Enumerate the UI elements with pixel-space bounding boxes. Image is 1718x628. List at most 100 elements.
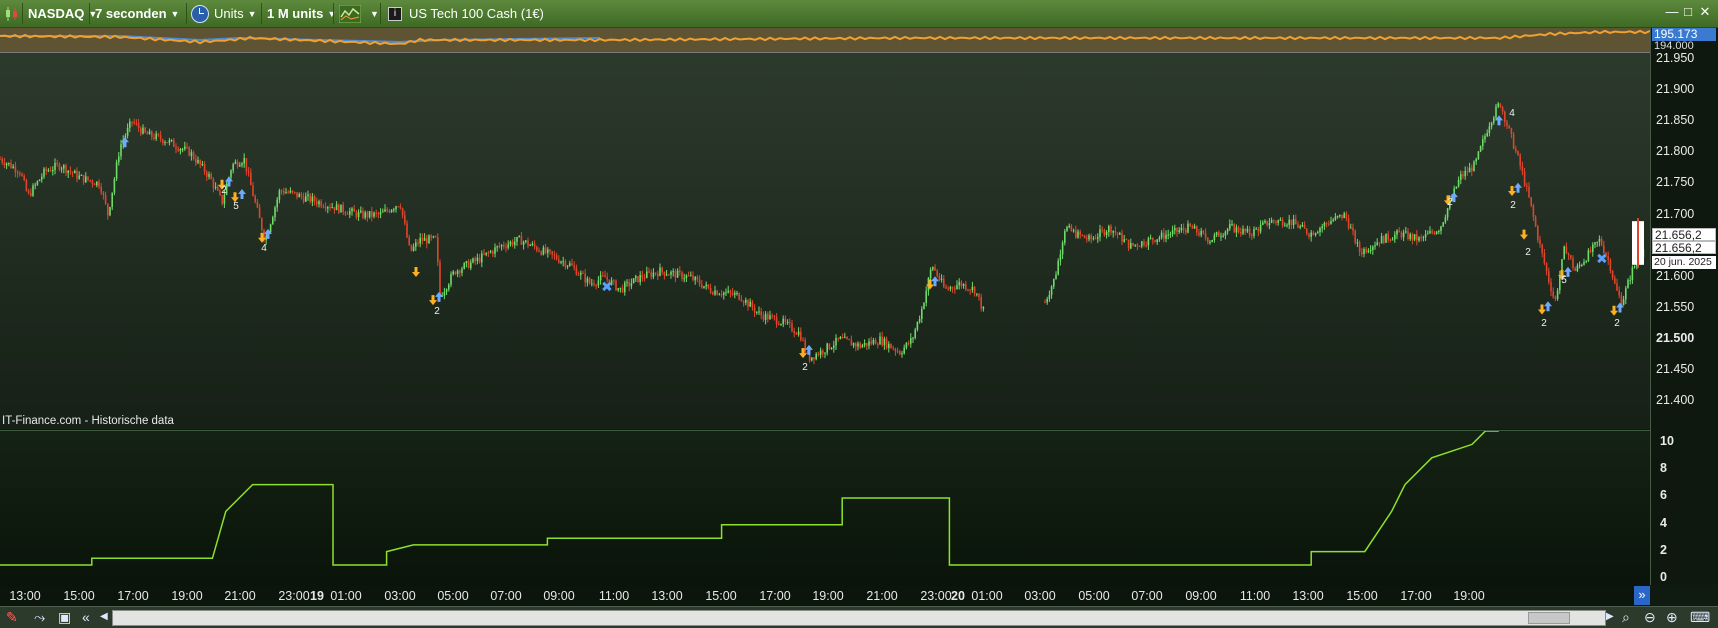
keyboard-icon[interactable]: ⌨ [1690, 609, 1710, 626]
candle-body [443, 291, 446, 296]
candle-body [1596, 241, 1598, 243]
candle-body [349, 211, 351, 215]
candle-body [1521, 165, 1524, 172]
candle-body [241, 163, 243, 166]
size-selector[interactable]: 1 M units ▼ [267, 0, 336, 27]
candle-body [1075, 230, 1077, 238]
scroll-left-arrow-icon[interactable]: ◀ [100, 611, 108, 622]
chart-scrollbar[interactable] [112, 610, 1606, 626]
candle-body [289, 190, 292, 193]
zoom-fit-icon[interactable]: ⌕ [1622, 609, 1630, 626]
candle-body [126, 128, 129, 136]
time-axis-label: 01:00 [330, 589, 362, 603]
candle-body [111, 192, 113, 208]
candle-body [617, 288, 619, 291]
candle-body [49, 170, 52, 172]
buy-arrow-icon [238, 188, 246, 199]
interval-selector[interactable]: 7 seconden ▼ [95, 0, 179, 27]
candle-body [311, 196, 314, 202]
candle-body [184, 146, 186, 149]
share-icon[interactable]: ⤳ [34, 609, 45, 626]
close-icon[interactable]: ✕ [1698, 5, 1712, 19]
candle-body [146, 132, 149, 135]
price-chart[interactable]: ✖ ✖ 2 5 4 2 2 2 4 2 2 5 2 2 [0, 53, 1650, 429]
candle-body [80, 175, 83, 176]
candle-body [1548, 271, 1550, 282]
candle-body [577, 274, 580, 276]
candle-body [1123, 239, 1125, 242]
candle-body [1167, 234, 1169, 236]
candle-body [954, 288, 956, 290]
candle-body [918, 319, 921, 322]
candle-body [1387, 233, 1389, 240]
candle-body [1308, 233, 1310, 237]
candle-body [168, 140, 171, 143]
time-axis[interactable]: 13:00 15:00 17:00 19:00 21:00 23:00 19 01:00 03:… [0, 586, 1650, 606]
maximize-button[interactable]: □ [1681, 5, 1695, 19]
candle-body [1050, 286, 1053, 295]
candle-body [1625, 288, 1627, 300]
candle-body [1446, 208, 1449, 218]
candle-body [857, 343, 859, 347]
candle-body [208, 174, 210, 177]
minimize-button[interactable]: — [1665, 5, 1679, 19]
candle-body [747, 300, 749, 307]
candle-body [91, 180, 94, 184]
candle-body [529, 245, 531, 246]
candle-body [1149, 237, 1152, 239]
candle-body [1193, 226, 1196, 229]
indicator-dropdown[interactable]: ▼ [366, 0, 379, 27]
scroll-right-arrow-icon[interactable]: ▶ [1606, 611, 1614, 622]
candle-body [1598, 239, 1601, 242]
candle-body [448, 284, 450, 290]
candle-body [1152, 237, 1154, 241]
candle-body [971, 286, 974, 291]
candle-body [725, 292, 727, 294]
candle-body [25, 180, 28, 191]
candle-body [1176, 227, 1178, 232]
candle-body [269, 224, 272, 233]
candle-body [707, 284, 710, 288]
market-selector[interactable]: NASDAQ ▼ [28, 0, 97, 27]
candle-body [657, 273, 659, 276]
time-axis-label: 15:00 [1346, 589, 1378, 603]
trade-count-label: 2 [802, 362, 808, 373]
close-position-marker-icon: ✖ [601, 280, 613, 296]
candle-body [527, 240, 529, 246]
candle-body [665, 274, 668, 276]
candle-body [197, 160, 199, 163]
trade-count-label: 2 [1447, 197, 1453, 208]
candle-body [793, 331, 795, 334]
units-selector[interactable]: Units ▼ [191, 0, 257, 27]
position-indicator-panel[interactable] [0, 430, 1650, 586]
candle-body [544, 247, 547, 253]
candle-body [1044, 302, 1046, 304]
trade-count-label: 4 [261, 243, 267, 254]
instrument-info[interactable]: i US Tech 100 Cash (1€) [388, 0, 544, 27]
candle-body [661, 267, 663, 272]
candle-body [1306, 228, 1308, 234]
indicator-button[interactable] [339, 0, 361, 27]
candle-body [1347, 218, 1350, 229]
zoom-in-icon[interactable]: ⊕ [1666, 609, 1678, 626]
scrollbar-thumb[interactable] [1528, 612, 1570, 624]
candle-body [674, 271, 677, 278]
pencil-icon[interactable]: ✎ [6, 609, 18, 626]
zoom-out-icon[interactable]: ⊖ [1644, 609, 1656, 626]
candle-body [1101, 229, 1103, 231]
candle-body [353, 208, 355, 212]
candle-body [1158, 237, 1161, 240]
candle-body [148, 131, 151, 135]
window-icon[interactable]: ▣ [58, 609, 71, 626]
candle-body [472, 258, 474, 263]
scroll-right-button[interactable]: » [1634, 586, 1650, 605]
candle-body [626, 281, 628, 283]
double-chevron-left-icon[interactable]: « [82, 609, 90, 625]
candle-body [498, 246, 501, 248]
candle-body [481, 253, 483, 263]
candle-body [1462, 174, 1464, 177]
candlestick-icon[interactable] [4, 0, 20, 27]
candle-body [1165, 234, 1167, 239]
candle-body [1413, 234, 1416, 240]
candle-body [1510, 128, 1513, 135]
